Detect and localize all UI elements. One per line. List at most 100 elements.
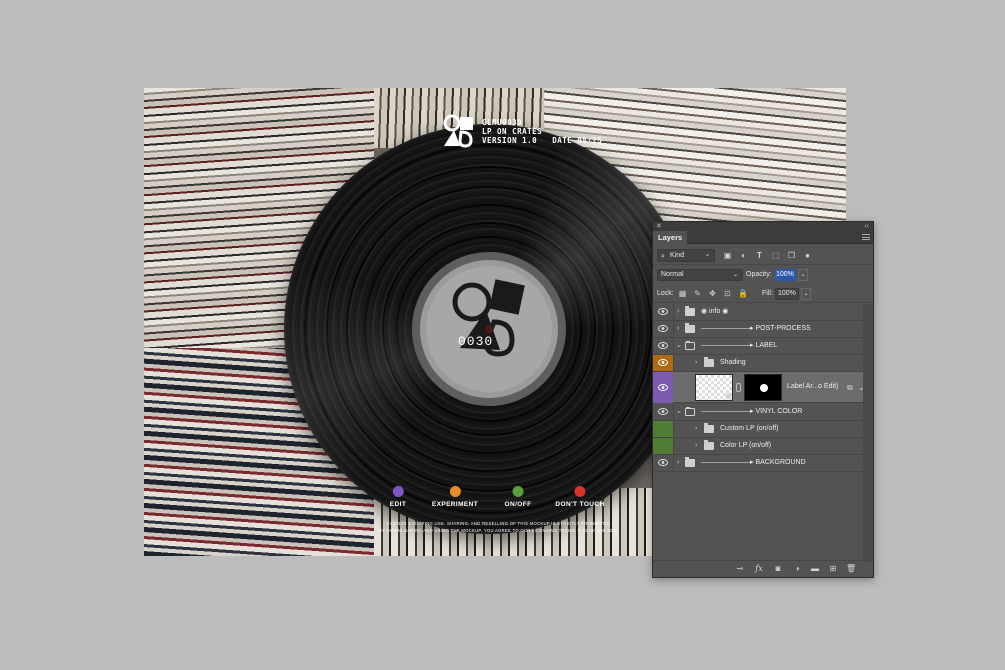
- layer-row-post-process[interactable]: › ———————▸ POST-PROCESS: [653, 321, 865, 338]
- lock-all-icon[interactable]: 🔒: [738, 289, 748, 298]
- vinyl-record: 0030: [284, 124, 694, 534]
- legend-dot: [449, 486, 461, 497]
- trash-icon[interactable]: 🗑: [846, 564, 856, 574]
- open-folder-icon: [685, 341, 695, 350]
- legend-label: ON/OFF: [504, 501, 532, 508]
- expand-arrow-icon[interactable]: ›: [695, 421, 697, 437]
- lock-label: Lock:: [657, 290, 674, 297]
- visibility-eye-icon[interactable]: [653, 455, 673, 471]
- expand-arrow-icon[interactable]: ›: [695, 355, 697, 371]
- legend-item-edit: EDIT: [390, 486, 406, 508]
- tab-layers[interactable]: Layers: [653, 231, 688, 244]
- collapse-arrow-icon[interactable]: ⌄: [676, 338, 682, 354]
- collapse-icon[interactable]: ‹‹: [864, 222, 869, 231]
- folder-icon: [704, 423, 714, 433]
- layer-row-custom-lp[interactable]: › Custom LP (on/off): [653, 421, 865, 438]
- filter-smart-object-icon[interactable]: ❐: [787, 251, 796, 260]
- opacity-dropdown-icon[interactable]: ⌄: [798, 269, 808, 281]
- lock-transparent-icon[interactable]: ▦: [678, 289, 687, 298]
- record-label: 0030: [412, 252, 566, 406]
- filter-type-icon[interactable]: T: [755, 251, 764, 260]
- visibility-toggle-empty[interactable]: [653, 438, 673, 454]
- legend-label: EXPERIMENT: [431, 501, 479, 508]
- license-line: BY DOWNLOADING AND USING THE MOCKUP, YOU…: [379, 528, 619, 533]
- legend-dot: [392, 486, 404, 497]
- chevron-down-icon: ⌄: [704, 252, 710, 258]
- visibility-eye-icon[interactable]: [653, 321, 673, 337]
- layer-row-label[interactable]: ⌄ ———————▸ LABEL: [653, 338, 865, 355]
- fill-input[interactable]: 100%: [775, 288, 799, 300]
- layer-name: ———————▸ LABEL: [701, 342, 778, 349]
- chain-link-icon[interactable]: [736, 383, 741, 392]
- layer-row-shading[interactable]: › Shading: [653, 355, 865, 372]
- filter-kind-select[interactable]: ⌕ Kind ⌄: [657, 249, 715, 262]
- open-folder-icon: [685, 407, 695, 416]
- expand-arrow-icon[interactable]: ›: [677, 455, 679, 471]
- layer-name: ———————▸ BACKGROUND: [701, 459, 806, 466]
- lock-row: Lock: ▦ ✎ ✥ ⊡ 🔒 Fill: 100% ⌄: [653, 285, 873, 303]
- new-group-icon[interactable]: ▬: [810, 564, 820, 574]
- legend-dot: [574, 486, 586, 497]
- lock-position-icon[interactable]: ✥: [708, 289, 717, 298]
- layer-name: Shading: [720, 359, 746, 366]
- lock-brush-icon[interactable]: ✎: [693, 289, 702, 298]
- lock-artboard-icon[interactable]: ⊡: [723, 289, 732, 298]
- add-mask-icon[interactable]: ◙: [773, 564, 783, 574]
- layer-name: Label Ar...o Edit): [787, 383, 839, 390]
- blend-mode-value: Normal: [661, 271, 684, 278]
- collapse-arrow-icon[interactable]: ⌄: [676, 404, 682, 420]
- blend-row: Normal ⌄ Opacity: 100% ⌄: [653, 266, 873, 285]
- legend-item-experiment: EXPERIMENT: [432, 486, 478, 508]
- blend-mode-select[interactable]: Normal ⌄: [657, 269, 743, 281]
- filter-pixel-icon[interactable]: ▣: [723, 251, 732, 260]
- filter-adjustment-icon[interactable]: ◐: [739, 251, 748, 260]
- license-line: LICENSE VIOLATING USE, SHARING, AND RESE…: [386, 521, 612, 526]
- fx-icon[interactable]: fx: [754, 564, 764, 574]
- panel-footer: ⊸ fx ◙ ◑ ▬ ⊞ 🗑: [653, 560, 873, 577]
- filter-shape-icon[interactable]: ⬚: [771, 251, 780, 260]
- filter-row: ⌕ Kind ⌄ ▣ ◐ T ⬚ ❐ ●: [653, 246, 873, 265]
- panel-titlebar[interactable]: ✕ ‹‹: [653, 222, 873, 231]
- visibility-eye-icon[interactable]: [653, 380, 673, 396]
- layer-name: Color LP (on/off): [720, 442, 772, 449]
- product-name: LP ON CRATES: [482, 127, 543, 136]
- fill-dropdown-icon[interactable]: ⌄: [801, 288, 811, 300]
- brand-logo-icon: [443, 114, 473, 148]
- panel-menu-icon[interactable]: [862, 234, 870, 240]
- visibility-eye-icon[interactable]: [653, 404, 673, 420]
- legend-item-dont-touch: DON'T TOUCH: [555, 486, 604, 508]
- filter-toggle-icon[interactable]: ●: [803, 251, 812, 260]
- legend-item-on-off: ON/OFF: [505, 486, 532, 508]
- legend-label: EDIT: [389, 501, 407, 508]
- expand-arrow-icon[interactable]: ›: [677, 321, 679, 337]
- layers-scrollbar[interactable]: [863, 304, 873, 562]
- folder-icon: [685, 323, 695, 333]
- visibility-eye-icon[interactable]: [653, 304, 673, 320]
- license-notice: LICENSE VIOLATING USE, SHARING, AND RESE…: [379, 520, 619, 534]
- opacity-input[interactable]: 100%: [775, 269, 796, 281]
- folder-icon: [704, 440, 714, 450]
- close-icon[interactable]: ✕: [656, 222, 662, 231]
- adjustment-layer-icon[interactable]: ◑: [792, 564, 802, 574]
- panel-tabbar: Layers: [653, 231, 873, 244]
- link-layers-icon[interactable]: ⊸: [735, 564, 745, 574]
- version-text: VERSION 1.0: [482, 136, 538, 145]
- layer-row-color-lp[interactable]: › Color LP (on/off): [653, 438, 865, 455]
- visibility-toggle-empty[interactable]: [653, 421, 673, 437]
- layer-row-vinyl-color[interactable]: ⌄ ———————▸ VINYL COLOR: [653, 404, 865, 421]
- visibility-eye-icon[interactable]: [653, 338, 673, 354]
- layer-name: Custom LP (on/off): [720, 425, 779, 432]
- layer-row-info[interactable]: › ◉ info ◉: [653, 304, 865, 321]
- new-layer-icon[interactable]: ⊞: [828, 564, 838, 574]
- visibility-eye-icon[interactable]: [653, 355, 673, 371]
- folder-icon: [704, 357, 714, 367]
- layer-row-background[interactable]: › ———————▸ BACKGROUND: [653, 455, 865, 472]
- folder-icon: [685, 457, 695, 467]
- layers-panel: ✕ ‹‹ Layers ⌕ Kind ⌄ ▣ ◐ T ⬚ ❐ ● Normal …: [652, 221, 874, 578]
- mockup-header: GLMU0030 LP ON CRATES VERSION 1.0 DATE 0…: [482, 118, 602, 145]
- chevron-down-icon: ⌄: [732, 272, 738, 278]
- layer-row-label-artwork[interactable]: ▣ Label Ar...o Edit) ⧉ ⌄: [653, 372, 865, 403]
- expand-arrow-icon[interactable]: ›: [677, 304, 679, 320]
- layer-mask-thumbnail[interactable]: [744, 374, 782, 401]
- expand-arrow-icon[interactable]: ›: [695, 438, 697, 454]
